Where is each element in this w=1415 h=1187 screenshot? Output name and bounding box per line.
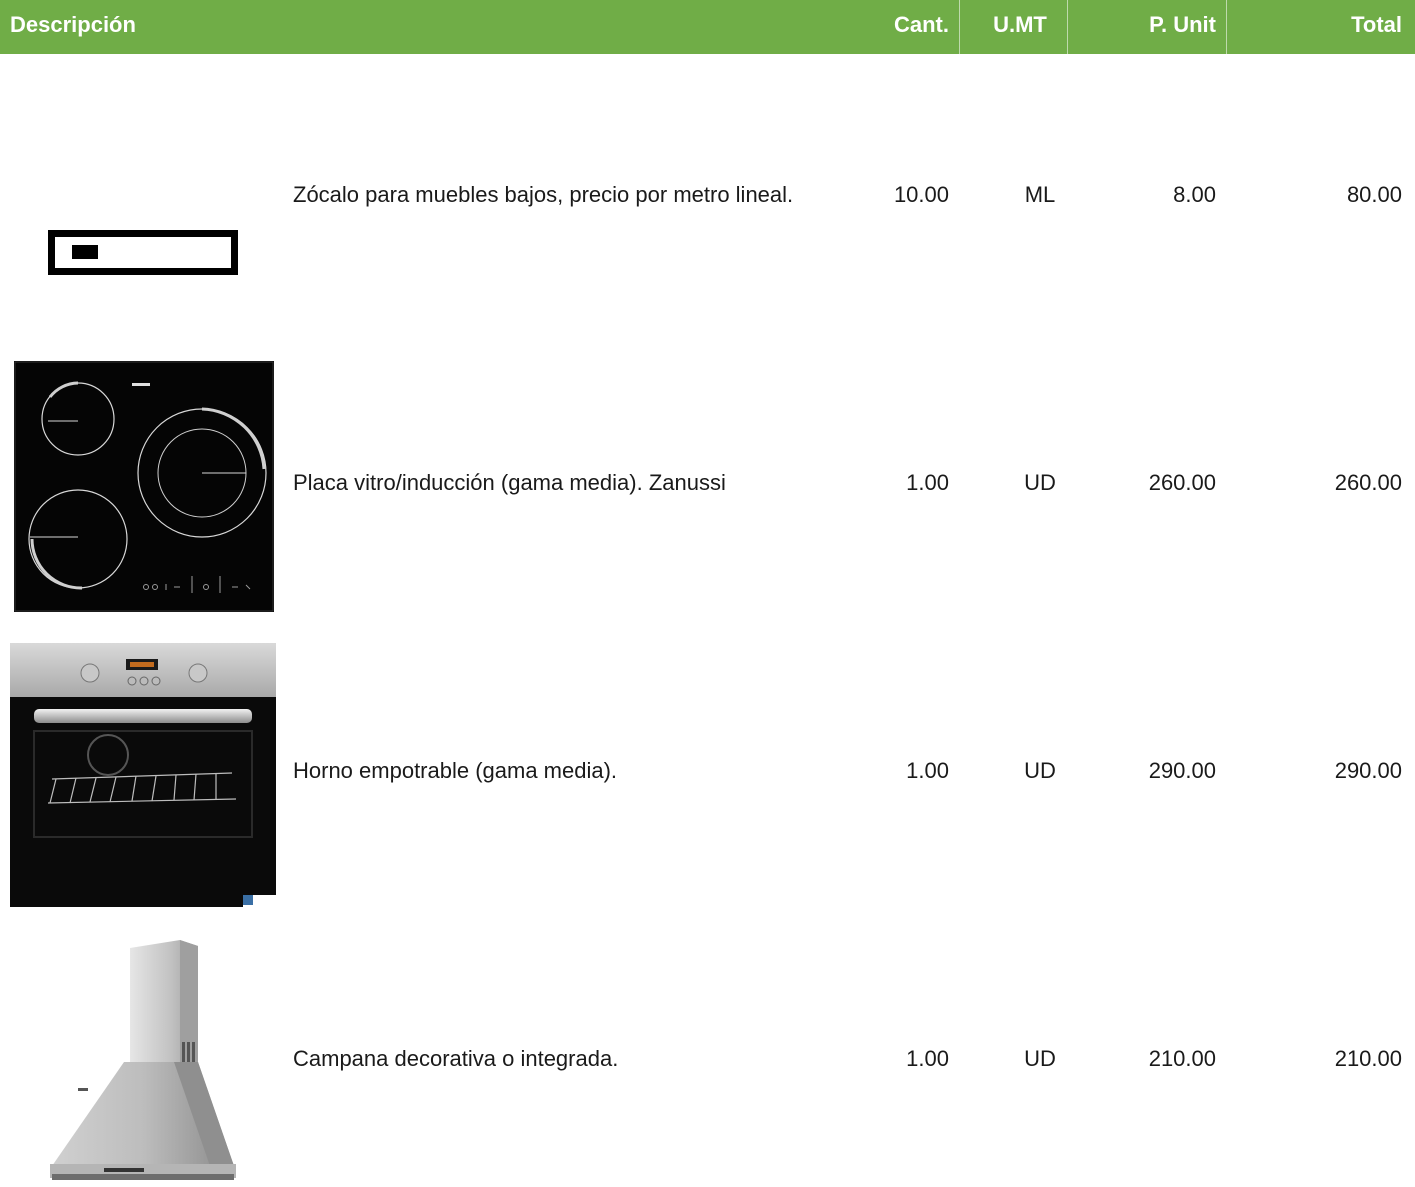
header-divider <box>959 0 960 54</box>
item-quantity: 1.00 <box>906 470 949 495</box>
chimney-hood-image <box>50 940 236 1180</box>
item-unit: UD <box>1024 758 1056 783</box>
plinth-profile-image <box>48 230 238 275</box>
item-unit: UD <box>1024 1046 1056 1071</box>
column-header-total: Total <box>1351 12 1402 37</box>
item-description: Zócalo para muebles bajos, precio por me… <box>293 182 794 207</box>
item-total: 80.00 <box>1346 182 1402 207</box>
column-header-unit-price: P. Unit <box>1149 12 1216 37</box>
item-quantity: 10.00 <box>893 182 949 207</box>
item-description: Placa vitro/inducción (gama media). Zanu… <box>293 470 726 495</box>
table-header: Descripción Cant. U.MT P. Unit Total <box>0 0 1415 54</box>
item-total: 260.00 <box>1334 470 1402 495</box>
item-quantity: 1.00 <box>906 758 949 783</box>
induction-hob-image <box>14 361 274 612</box>
built-in-oven-image <box>10 643 276 907</box>
item-unit-price: 260.00 <box>1148 470 1216 495</box>
item-description: Campana decorativa o integrada. <box>293 1046 619 1071</box>
item-total: 290.00 <box>1334 758 1402 783</box>
column-header-quantity: Cant. <box>894 12 949 37</box>
item-unit-price: 290.00 <box>1148 758 1216 783</box>
item-unit: ML <box>1024 182 1056 207</box>
item-quantity: 1.00 <box>906 1046 949 1071</box>
column-header-description: Descripción <box>10 12 136 37</box>
header-divider <box>1226 0 1227 54</box>
item-unit-price: 8.00 <box>1173 182 1216 207</box>
item-unit-price: 210.00 <box>1148 1046 1216 1071</box>
item-unit: UD <box>1024 470 1056 495</box>
item-total: 210.00 <box>1334 1046 1402 1071</box>
item-description: Horno empotrable (gama media). <box>293 758 618 783</box>
header-divider <box>1067 0 1068 54</box>
column-header-unit: U.MT <box>993 12 1047 37</box>
